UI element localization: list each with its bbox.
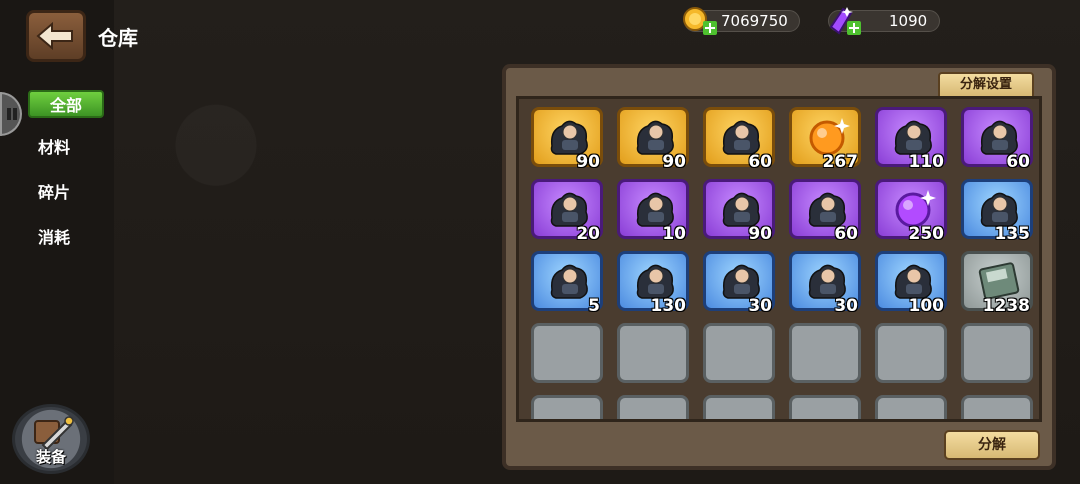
empty-inventory-slot[interactable]: [531, 323, 603, 383]
item-quantity: 135: [994, 224, 1031, 244]
item-quantity: 267: [822, 152, 859, 172]
item-quantity: 30: [834, 296, 858, 316]
item-quantity: 90: [662, 152, 686, 172]
inventory-slot[interactable]: 1238: [961, 251, 1033, 316]
gold-currency[interactable]: 7069750: [683, 7, 800, 35]
empty-inventory-slot[interactable]: [789, 323, 861, 383]
decompose-button[interactable]: 分解: [944, 430, 1040, 460]
item-quantity: 110: [908, 152, 945, 172]
crystal-currency[interactable]: 1090: [828, 7, 940, 35]
inventory-slot[interactable]: 10: [617, 179, 689, 244]
crystal-amount: 1090: [889, 12, 928, 30]
category-materials[interactable]: 材料: [28, 134, 104, 162]
item-quantity: 20: [576, 224, 600, 244]
empty-inventory-slot[interactable]: [703, 395, 775, 419]
inventory-slot[interactable]: 60: [961, 107, 1033, 172]
inventory-slot[interactable]: 110: [875, 107, 947, 172]
category-all[interactable]: 全部: [28, 90, 104, 118]
category-consumables[interactable]: 消耗: [28, 224, 104, 252]
back-arrow-icon: [36, 21, 73, 51]
inventory-slot[interactable]: 90: [531, 107, 603, 172]
inventory-slot[interactable]: 100: [875, 251, 947, 316]
empty-inventory-slot[interactable]: [961, 395, 1033, 419]
item-quantity: 100: [908, 296, 945, 316]
item-quantity: 130: [650, 296, 687, 316]
item-quantity: 60: [1006, 152, 1030, 172]
equipment-label: 装备: [35, 448, 66, 466]
inventory-slot[interactable]: 30: [703, 251, 775, 316]
decompose-settings-tab[interactable]: 分解设置: [938, 72, 1034, 98]
item-quantity: 60: [834, 224, 858, 244]
empty-inventory-slot[interactable]: [617, 323, 689, 383]
inventory-slot[interactable]: 90: [617, 107, 689, 172]
inventory-slot[interactable]: 5: [531, 251, 603, 316]
inventory-slot[interactable]: 250: [875, 179, 947, 244]
inventory-slot[interactable]: 60: [789, 179, 861, 244]
item-quantity: 250: [908, 224, 945, 244]
inventory-grid: 90 90 60 267 110 60 20 10 90 60 250 135 …: [531, 107, 1033, 419]
inventory-slot[interactable]: 135: [961, 179, 1033, 244]
add-crystal-icon[interactable]: [847, 21, 861, 35]
inventory-grid-area[interactable]: 90 90 60 267 110 60 20 10 90 60 250 135 …: [516, 96, 1042, 422]
item-quantity: 90: [748, 224, 772, 244]
back-button[interactable]: [26, 10, 86, 62]
inventory-slot[interactable]: 60: [703, 107, 775, 172]
add-gold-icon[interactable]: [703, 21, 717, 35]
inventory-slot[interactable]: 90: [703, 179, 775, 244]
empty-inventory-slot[interactable]: [961, 323, 1033, 383]
empty-inventory-slot[interactable]: [875, 395, 947, 419]
item-quantity: 60: [748, 152, 772, 172]
inventory-slot[interactable]: 30: [789, 251, 861, 316]
item-quantity: 5: [588, 296, 600, 316]
inventory-slot[interactable]: 130: [617, 251, 689, 316]
inventory-slot[interactable]: 20: [531, 179, 603, 244]
gold-amount: 7069750: [721, 12, 788, 30]
page-title: 仓库: [98, 26, 138, 50]
item-quantity: 30: [748, 296, 772, 316]
item-quantity: 1238: [982, 296, 1030, 316]
category-fragments[interactable]: 碎片: [28, 179, 104, 207]
empty-inventory-slot[interactable]: [617, 395, 689, 419]
hero-fragment-icon: [550, 264, 588, 299]
empty-inventory-slot[interactable]: [531, 395, 603, 419]
equipment-button[interactable]: 装备: [12, 404, 90, 474]
item-quantity: 90: [576, 152, 600, 172]
empty-inventory-slot[interactable]: [875, 323, 947, 383]
empty-inventory-slot[interactable]: [703, 323, 775, 383]
inventory-slot[interactable]: 267: [789, 107, 861, 172]
item-quantity: 10: [662, 224, 686, 244]
empty-inventory-slot[interactable]: [789, 395, 861, 419]
